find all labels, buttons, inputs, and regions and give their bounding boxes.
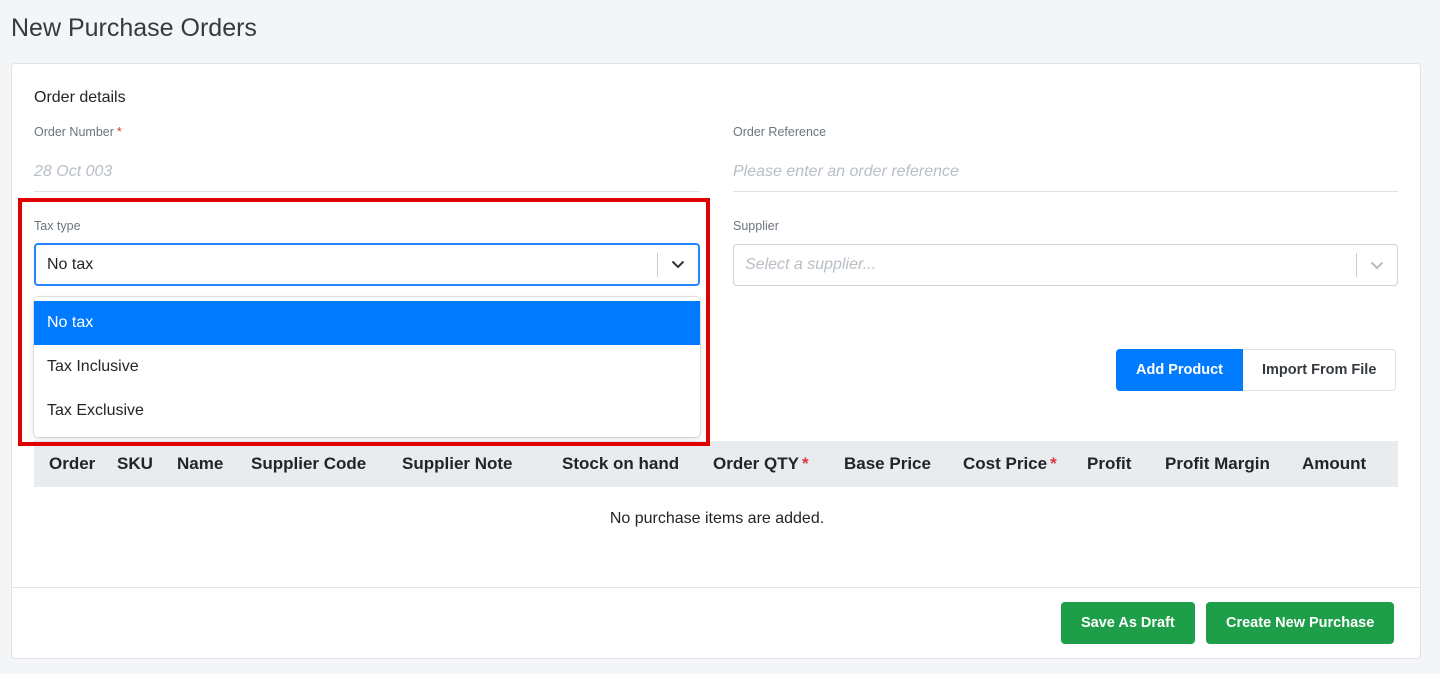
- required-mark: *: [116, 125, 122, 139]
- purchase-items-table-header: Order SKU Name Supplier Code Supplier No…: [34, 441, 1398, 487]
- order-reference-input[interactable]: [733, 152, 1398, 192]
- column-header-profit: Profit: [1087, 454, 1132, 473]
- column-header-cost-price: Cost Price *: [963, 454, 1057, 474]
- page-title: New Purchase Orders: [11, 14, 257, 42]
- order-number-label-text: Order Number: [34, 125, 114, 139]
- required-mark: *: [801, 454, 809, 473]
- tax-type-value: No tax: [47, 255, 94, 273]
- section-title: Order details: [34, 89, 126, 106]
- tax-option-tax-exclusive[interactable]: Tax Exclusive: [34, 389, 700, 433]
- tax-type-select[interactable]: No tax: [34, 243, 700, 286]
- column-header-order: Order: [49, 454, 96, 473]
- supplier-select[interactable]: Select a supplier...: [733, 244, 1398, 286]
- product-actions: Add Product Import From File: [1116, 349, 1397, 391]
- footer-divider: [12, 587, 1420, 588]
- tax-option-tax-inclusive[interactable]: Tax Inclusive: [34, 345, 700, 389]
- import-from-file-button[interactable]: Import From File: [1243, 349, 1397, 391]
- column-header-amount: Amount: [1302, 454, 1367, 473]
- chevron-down-icon[interactable]: [1357, 245, 1397, 285]
- create-new-purchase-button[interactable]: Create New Purchase: [1206, 602, 1395, 644]
- tax-type-label: Tax type: [34, 219, 81, 233]
- save-as-draft-button[interactable]: Save As Draft: [1061, 602, 1195, 644]
- supplier-placeholder: Select a supplier...: [745, 256, 877, 273]
- tax-option-no-tax[interactable]: No tax: [34, 301, 700, 345]
- order-number-label: Order Number *: [34, 125, 122, 139]
- order-reference-label: Order Reference: [733, 125, 827, 139]
- column-header-supplier-note: Supplier Note: [402, 454, 513, 473]
- tax-type-dropdown-menu: No tax Tax Inclusive Tax Exclusive: [34, 297, 700, 437]
- column-header-supplier-code: Supplier Code: [251, 454, 367, 473]
- column-header-order-qty: Order QTY *: [713, 454, 809, 474]
- column-header-base-price: Base Price: [844, 454, 931, 473]
- add-product-button[interactable]: Add Product: [1116, 349, 1243, 391]
- column-header-profit-margin: Profit Margin: [1165, 454, 1270, 473]
- column-header-sku: SKU: [117, 454, 153, 473]
- chevron-down-icon[interactable]: [658, 245, 698, 284]
- supplier-label: Supplier: [733, 219, 779, 233]
- cost-price-text: Cost Price: [963, 454, 1048, 473]
- required-mark: *: [1050, 454, 1057, 473]
- order-form-card: Order details Order Number* Order Refere…: [11, 63, 1421, 659]
- order-number-input[interactable]: [34, 152, 700, 192]
- empty-table-message: No purchase items are added.: [609, 510, 825, 527]
- column-header-name: Name: [177, 454, 224, 473]
- order-qty-text: Order QTY: [713, 454, 799, 473]
- column-header-stock-on-hand: Stock on hand: [562, 454, 680, 473]
